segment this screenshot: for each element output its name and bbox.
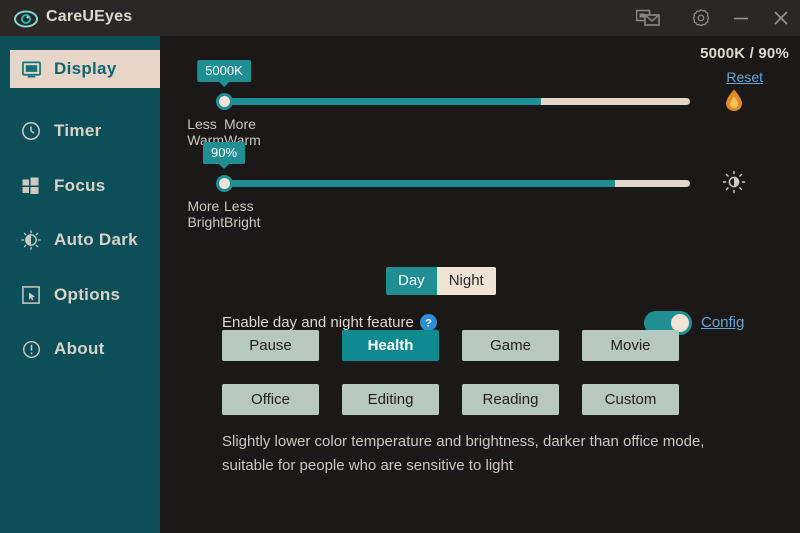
sidebar-item-display[interactable]: Display — [10, 50, 160, 88]
preset-pause[interactable]: Pause — [222, 330, 319, 361]
app-title: CareUEyes — [46, 8, 133, 25]
sidebar-item-label: About — [54, 339, 105, 358]
half-sun-icon — [18, 230, 44, 250]
sidebar-item-label: Auto Dark — [54, 230, 138, 249]
svg-text:?: ? — [425, 317, 432, 329]
screenshot-mail-icon[interactable] — [633, 4, 663, 32]
question-mark-icon[interactable]: ? — [420, 314, 437, 331]
sidebar-item-label: Timer — [54, 121, 102, 140]
gear-icon[interactable] — [686, 4, 716, 32]
slider-track[interactable] — [224, 180, 690, 187]
minimize-icon[interactable] — [726, 4, 756, 32]
cursor-box-icon — [18, 286, 44, 304]
brightness-icon — [722, 170, 746, 194]
careueyes-window: CareUEyes Display Timer Focus Auto Dark … — [0, 0, 800, 533]
slider-thumb[interactable] — [216, 93, 233, 110]
preset-movie[interactable]: Movie — [582, 330, 679, 361]
monitor-icon — [18, 60, 44, 79]
preset-reading[interactable]: Reading — [462, 384, 559, 415]
preset-game[interactable]: Game — [462, 330, 559, 361]
sidebar-item-label: Focus — [54, 176, 106, 195]
config-link[interactable]: Config — [701, 314, 744, 331]
info-icon — [18, 340, 44, 359]
windows-icon — [18, 177, 44, 195]
preset-button-grid: Pause Health Game Movie Office Editing R… — [222, 330, 710, 415]
sidebar-item-options[interactable]: Options — [10, 276, 160, 314]
day-night-switch[interactable]: Day Night — [386, 267, 496, 295]
close-icon[interactable] — [766, 4, 796, 32]
sidebar-item-auto-dark[interactable]: Auto Dark — [10, 221, 160, 259]
preset-health[interactable]: Health — [342, 330, 439, 361]
sidebar-item-focus[interactable]: Focus — [10, 167, 160, 205]
reset-link[interactable]: Reset — [726, 69, 763, 85]
preset-office[interactable]: Office — [222, 384, 319, 415]
current-value-readout: 5000K / 90% — [700, 45, 789, 62]
title-bar: CareUEyes — [0, 0, 800, 37]
preset-editing[interactable]: Editing — [342, 384, 439, 415]
sidebar-item-label: Display — [54, 59, 117, 78]
enable-day-night-label: Enable day and night feature — [222, 314, 414, 331]
sidebar-item-about[interactable]: About — [10, 330, 160, 368]
flame-drop-icon — [723, 88, 745, 112]
display-panel: 5000K / 90% Reset 5000K More Warm Less W… — [160, 36, 800, 533]
preset-description: Slightly lower color temperature and bri… — [222, 433, 705, 474]
sidebar-item-label: Options — [54, 285, 121, 304]
slider-track[interactable] — [224, 98, 690, 105]
slider-caption-right: More Bright — [187, 198, 225, 230]
slider-fill — [224, 98, 541, 105]
clock-icon — [18, 121, 44, 141]
slider-value-badge: 90% — [202, 142, 246, 169]
sidebar-item-timer[interactable]: Timer — [10, 112, 160, 150]
segment-night[interactable]: Night — [436, 267, 496, 295]
slider-thumb[interactable] — [216, 175, 233, 192]
preset-custom[interactable]: Custom — [582, 384, 679, 415]
slider-value-badge: 5000K — [197, 60, 251, 87]
slider-caption-left: Less Bright — [224, 198, 261, 230]
sidebar: Display Timer Focus Auto Dark Options Ab… — [0, 36, 160, 533]
segment-day[interactable]: Day — [386, 267, 437, 295]
slider-fill — [224, 180, 616, 187]
eye-icon — [14, 7, 38, 31]
